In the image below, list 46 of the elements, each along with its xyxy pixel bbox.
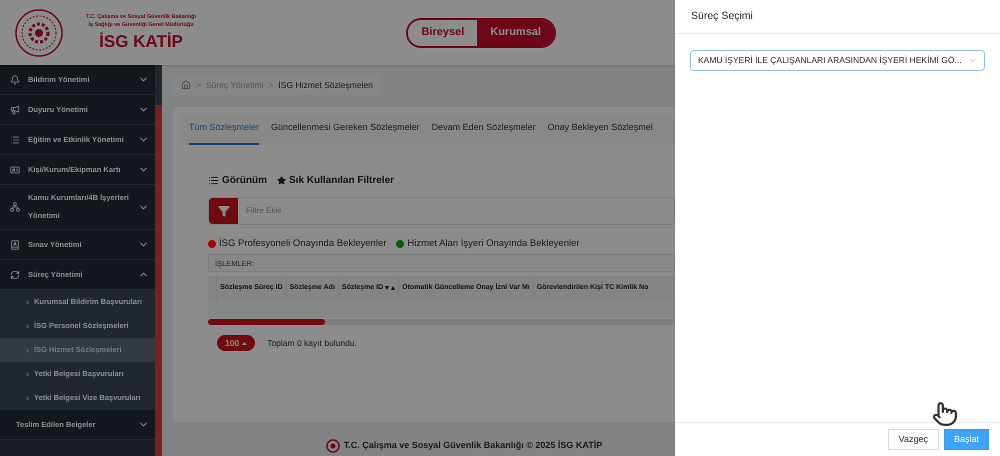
- breadcrumb-separator: >: [268, 78, 274, 92]
- toggle-tab[interactable]: Kurumsal: [477, 20, 554, 46]
- tab[interactable]: Güncellenmesi Gereken Sözleşmeler: [271, 119, 420, 145]
- tab[interactable]: Devam Eden Sözleşmeler: [432, 119, 536, 145]
- toolbar-button[interactable]: Sık Kullanılan Filtreler: [277, 173, 394, 188]
- bullet-icon: [24, 298, 31, 306]
- filter-button[interactable]: [209, 198, 238, 224]
- menu-item-icon: [10, 134, 20, 144]
- ministry-emblem-icon: [14, 8, 64, 58]
- select-value: KAMU İŞYERİ İLE ÇALIŞANLARI ARASINDAN İŞYERİ HEKİMİ GÖ...: [698, 54, 963, 67]
- legend-label: Hizmet Alan İşyeri Onayında Bekleyenler: [407, 237, 580, 251]
- hand-cursor-icon: [932, 401, 958, 427]
- home-icon[interactable]: [181, 80, 191, 90]
- sort-arrows-icon: [385, 286, 396, 291]
- breadcrumb-item: İSG Hizmet Sözleşmeleri: [278, 78, 373, 92]
- breadcrumb-separator: >: [196, 78, 201, 92]
- bullet-icon: [24, 346, 31, 354]
- dialog-button[interactable]: Vazgeç: [888, 429, 939, 450]
- menu-item-icon: [10, 270, 20, 280]
- bullet-icon: [24, 394, 31, 402]
- scrollbar-thumb[interactable]: [155, 105, 162, 456]
- page-size-button[interactable]: 100: [217, 335, 256, 352]
- menu-item-icon: [10, 202, 20, 212]
- list-icon: [208, 175, 219, 186]
- drawer-title: Süreç Seçimi: [691, 8, 753, 24]
- bullet-icon: [24, 370, 31, 378]
- record-count: Toplam 0 kayıt bulundu.: [267, 336, 357, 350]
- tab[interactable]: Onay Bekleyen Sözleşmel: [548, 119, 653, 145]
- toolbar-button[interactable]: Görünüm: [208, 173, 267, 188]
- brand-title: İSG KATİP: [99, 30, 183, 52]
- menu-item-icon: [10, 240, 20, 250]
- star-icon: [277, 176, 286, 185]
- footer-text: T.C. Çalışma ve Sosyal Güvenlik Bakanlığı © 2025 İSG KATİP: [344, 439, 602, 452]
- dropdown-caret-icon: [968, 56, 977, 65]
- horizontal-scrollbar-thumb[interactable]: [208, 319, 325, 326]
- bullet-icon: [24, 322, 31, 330]
- menu-item-icon: [10, 104, 20, 114]
- tab[interactable]: Tüm Sözleşmeler: [189, 119, 260, 145]
- legend-label: İSG Profesyoneli Onayında Bekleyenler: [219, 237, 386, 251]
- menu-item-icon: [10, 164, 20, 174]
- filter-icon: [218, 205, 230, 217]
- caret-up-icon: [242, 342, 248, 345]
- menu-item-icon: [10, 74, 20, 84]
- process-select[interactable]: KAMU İŞYERİ İLE ÇALIŞANLARI ARASINDAN İŞYERİ HEKİMİ GÖ...: [690, 50, 985, 71]
- dialog-button[interactable]: Başlat: [944, 429, 989, 450]
- ministry-emblem-icon: [326, 439, 340, 453]
